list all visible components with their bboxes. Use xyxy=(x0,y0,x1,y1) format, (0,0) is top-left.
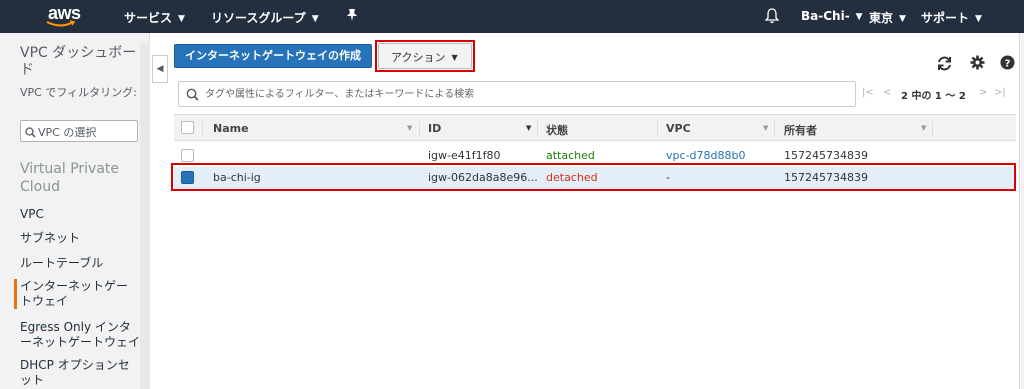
aws-logo[interactable]: aws xyxy=(46,3,90,29)
search-bar xyxy=(178,81,856,107)
collapse-sidebar-button[interactable]: ◀ xyxy=(152,55,168,83)
selected-row-highlight-box xyxy=(171,163,1016,191)
gear-icon[interactable] xyxy=(970,55,985,73)
chevron-left-icon: ◀ xyxy=(156,64,164,74)
services-menu[interactable]: サービス ▼ xyxy=(124,9,185,26)
prev-page-icon[interactable]: < xyxy=(883,87,891,98)
sort-icon[interactable]: ▼ xyxy=(763,124,768,132)
sidebar: VPC ダッシュボード VPC でフィルタリング: VPC の選択 Virtua… xyxy=(0,33,150,389)
resource-groups-label: リソースグループ xyxy=(211,11,306,25)
user-label: Ba-Chi- xyxy=(801,9,850,23)
pagination: |< < 2 中の 1 ～ 2 > >| xyxy=(862,87,1012,103)
vpc-select-placeholder: VPC の選択 xyxy=(38,126,97,139)
row-checkbox[interactable] xyxy=(181,149,194,162)
column-divider xyxy=(419,121,420,136)
column-header-state[interactable]: 状態 xyxy=(546,122,568,138)
search-input[interactable] xyxy=(205,85,845,103)
column-divider xyxy=(537,121,538,136)
vpc-filter-label: VPC でフィルタリング: xyxy=(20,86,137,99)
first-page-icon[interactable]: |< xyxy=(862,87,874,98)
sidebar-item-vpc[interactable]: VPC xyxy=(20,207,140,222)
chevron-down-icon: ▼ xyxy=(178,14,185,24)
top-nav: aws サービス ▼ リソースグループ ▼ Ba-Chi- ▼ 東京 ▼ サポート ▼ xyxy=(0,0,1024,33)
column-header-name[interactable]: Name xyxy=(213,122,249,135)
next-page-icon[interactable]: > xyxy=(979,87,987,98)
search-icon xyxy=(186,88,199,101)
cell-owner: 157245734839 xyxy=(784,149,868,162)
sidebar-item-subnets[interactable]: サブネット xyxy=(20,231,140,246)
cell-id: igw-e41f1f80 xyxy=(428,149,501,162)
vpc-select[interactable]: VPC の選択 xyxy=(20,120,138,142)
sort-icon[interactable]: ▼ xyxy=(921,124,926,132)
sidebar-item-route-tables[interactable]: ルートテーブル xyxy=(20,256,140,271)
column-divider xyxy=(657,121,658,136)
column-header-vpc[interactable]: VPC xyxy=(666,122,691,135)
column-header-owner[interactable]: 所有者 xyxy=(784,122,817,138)
select-all-checkbox[interactable] xyxy=(181,121,194,134)
region-menu[interactable]: 東京 ▼ xyxy=(869,9,906,26)
sidebar-section-vpc: Virtual Private Cloud xyxy=(20,161,120,195)
refresh-icon[interactable] xyxy=(936,55,953,75)
table-header: Name ▼ ID ▼ 状態 VPC ▼ 所有者 ▼ xyxy=(174,114,1016,141)
cell-state: attached xyxy=(546,149,595,162)
user-menu[interactable]: Ba-Chi- ▼ xyxy=(801,9,863,23)
last-page-icon[interactable]: >| xyxy=(994,87,1006,98)
page-indicator: 2 中の 1 ～ 2 xyxy=(901,91,966,102)
sidebar-item-egress-only-gateways[interactable]: Egress Only インターネットゲートウェイ xyxy=(20,320,140,350)
sidebar-item-dhcp-options[interactable]: DHCP オプションセット xyxy=(20,358,140,388)
chevron-down-icon: ▼ xyxy=(975,14,982,24)
actions-highlight-box xyxy=(375,40,475,72)
column-header-id[interactable]: ID xyxy=(428,122,441,135)
sort-icon[interactable]: ▼ xyxy=(407,124,412,132)
pin-icon[interactable] xyxy=(346,8,358,26)
column-divider xyxy=(932,121,933,136)
chevron-down-icon: ▼ xyxy=(899,14,906,24)
search-icon xyxy=(25,127,36,138)
region-label: 東京 xyxy=(869,11,894,25)
sort-icon[interactable]: ▼ xyxy=(526,124,531,132)
resource-groups-menu[interactable]: リソースグループ ▼ xyxy=(211,9,319,26)
column-divider xyxy=(774,121,775,136)
support-label: サポート xyxy=(921,11,970,25)
support-menu[interactable]: サポート ▼ xyxy=(921,9,982,26)
bell-icon[interactable] xyxy=(764,8,780,27)
create-internet-gateway-button[interactable]: インターネットゲートウェイの作成 xyxy=(174,44,372,68)
sidebar-title[interactable]: VPC ダッシュボード xyxy=(20,45,140,79)
right-panel-edge xyxy=(1019,33,1024,389)
column-divider xyxy=(202,121,203,136)
sidebar-item-internet-gateways[interactable]: インターネットゲートウェイ xyxy=(14,279,134,309)
help-icon[interactable]: ? xyxy=(1000,55,1015,73)
sidebar-scrollbar[interactable] xyxy=(140,43,150,389)
svg-text:?: ? xyxy=(1005,59,1011,70)
services-label: サービス xyxy=(124,11,173,25)
cell-vpc-link[interactable]: vpc-d78d88b0 xyxy=(666,149,745,162)
chevron-down-icon: ▼ xyxy=(311,14,319,24)
aws-smile-icon xyxy=(46,20,76,27)
chevron-down-icon: ▼ xyxy=(855,12,863,22)
